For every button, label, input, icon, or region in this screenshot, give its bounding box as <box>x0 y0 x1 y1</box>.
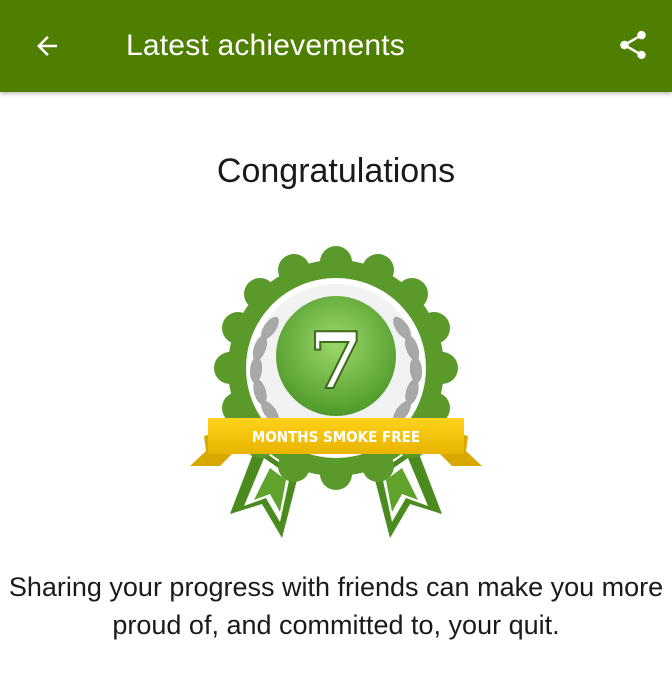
arrow-left-icon <box>37 36 57 56</box>
badge-number: 7 <box>309 316 363 407</box>
share-button[interactable] <box>610 22 656 68</box>
congratulations-heading: Congratulations <box>216 152 456 190</box>
back-button[interactable] <box>22 24 72 68</box>
achievement-badge: 7 MONTHS SMOKE FREE <box>186 236 486 542</box>
app-bar: Latest achievements <box>0 0 672 92</box>
ribbon-text: MONTHS SMOKE FREE <box>252 428 420 446</box>
page-title: Latest achievements <box>126 29 405 62</box>
share-message: Sharing your progress with friends can m… <box>8 572 664 640</box>
share-icon <box>620 30 646 60</box>
